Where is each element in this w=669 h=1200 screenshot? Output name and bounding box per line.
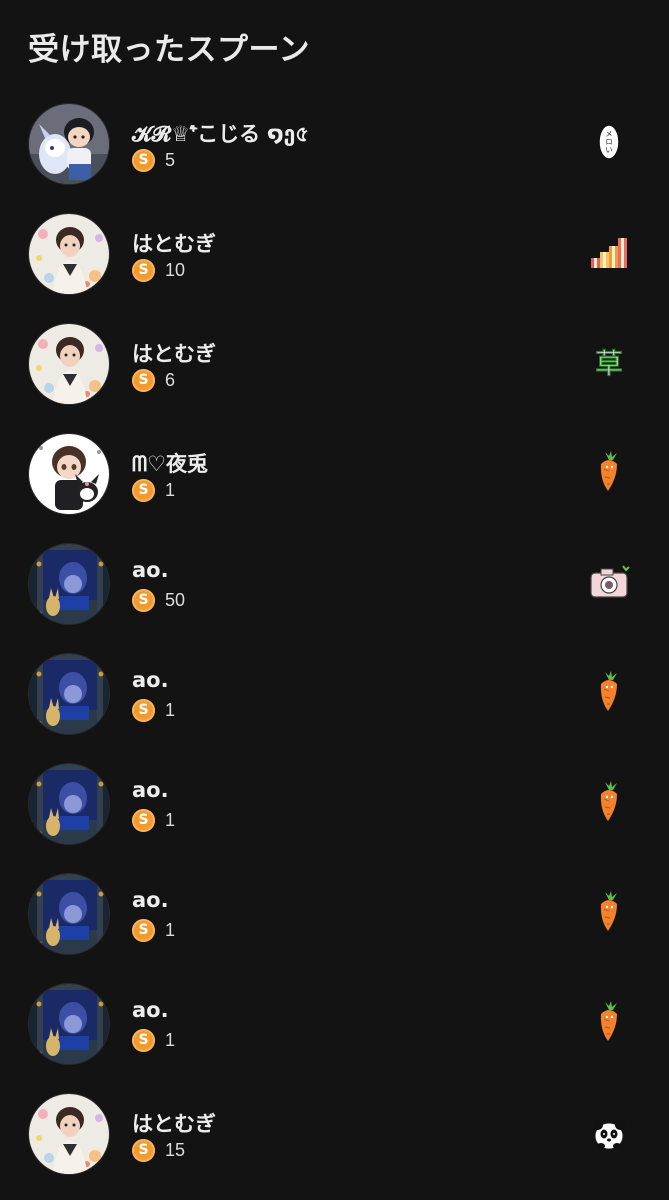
- gift-list[interactable]: 𝓚𝓡♕⁺͛こじる ໑ე৫ S 5 メロいはとむぎ S 10 はとむぎ S 6 草 ᗰ♡夜兎 S 1 ao.…: [0, 90, 669, 1190]
- amount-value: 1: [165, 809, 176, 830]
- gift-row[interactable]: ao. S 1: [0, 860, 669, 970]
- sender-name[interactable]: ao.: [132, 558, 169, 582]
- spoon-amount: S1: [132, 808, 175, 832]
- spoon-coin-icon: S: [132, 148, 155, 172]
- spoon-coin-icon: S: [132, 698, 155, 722]
- avatar[interactable]: [28, 983, 110, 1065]
- page-title: 受け取ったスプーン: [28, 32, 310, 68]
- amount-value: 1: [165, 479, 176, 500]
- avatar[interactable]: [28, 103, 110, 185]
- sender-name[interactable]: ᗰ♡夜兎: [132, 448, 208, 478]
- amount-value: 15: [165, 1139, 186, 1160]
- spoon-amount: S 15: [132, 1138, 185, 1162]
- gift-row[interactable]: ao. S 50: [0, 530, 669, 640]
- gift-row[interactable]: はとむぎ S 15: [0, 1080, 669, 1190]
- spoon-coin-icon: S: [132, 368, 155, 392]
- sender-name[interactable]: はとむぎ: [132, 338, 216, 368]
- spoon-amount: S5: [132, 148, 175, 172]
- carrot-sticker-icon: [587, 1000, 631, 1044]
- melon-sticker-icon: メロい: [587, 120, 631, 164]
- sender-name[interactable]: はとむぎ: [132, 228, 216, 258]
- spoon-coin-icon: S: [132, 588, 155, 612]
- avatar[interactable]: [28, 873, 110, 955]
- gift-row[interactable]: はとむぎ S 10: [0, 200, 669, 310]
- gift-row[interactable]: 𝓚𝓡♕⁺͛こじる ໑ე৫ S 5 メロい: [0, 90, 669, 200]
- amount-value: 1: [165, 1029, 176, 1050]
- amount-value: 50: [165, 589, 186, 610]
- spoon-amount: S1: [132, 698, 175, 722]
- gift-row[interactable]: ao. S 1: [0, 970, 669, 1080]
- carrot-sticker-icon: [587, 670, 631, 714]
- carrot-sticker-icon: [587, 890, 631, 934]
- panda-sticker-icon: [587, 1110, 631, 1154]
- grass-kanji-sticker-icon: 草: [587, 340, 631, 384]
- gift-row[interactable]: はとむぎ S 6 草: [0, 310, 669, 420]
- gift-row[interactable]: ao. S 1: [0, 750, 669, 860]
- svg-text:メ: メ: [606, 130, 613, 138]
- svg-text:ロ: ロ: [606, 138, 613, 146]
- spoon-amount: S6: [132, 368, 175, 392]
- spoon-coin-icon: S: [132, 808, 155, 832]
- gift-row[interactable]: ᗰ♡夜兎 S 1: [0, 420, 669, 530]
- spoon-amount: S1: [132, 478, 175, 502]
- carrot-sticker-icon: [587, 450, 631, 494]
- amount-value: 6: [165, 369, 176, 390]
- spoon-amount: S 10: [132, 258, 185, 282]
- spoon-received-screen: 受け取ったスプーン 𝓚𝓡♕⁺͛こじる ໑ე৫ S 5 メロいはとむぎ S 10 はとむぎ S 6…: [0, 0, 669, 1200]
- gift-boxes-sticker-icon: [587, 230, 631, 274]
- avatar[interactable]: [28, 653, 110, 735]
- spoon-coin-icon: S: [132, 918, 155, 942]
- sender-name[interactable]: はとむぎ: [132, 1108, 216, 1138]
- spoon-coin-icon: S: [132, 1028, 155, 1052]
- spoon-coin-icon: S: [132, 1138, 155, 1162]
- amount-value: 5: [165, 149, 176, 170]
- amount-value: 1: [165, 699, 176, 720]
- spoon-coin-icon: S: [132, 258, 155, 282]
- amount-value: 10: [165, 259, 186, 280]
- spoon-coin-icon: S: [132, 478, 155, 502]
- svg-text:い: い: [606, 146, 613, 154]
- sender-name[interactable]: ao.: [132, 998, 169, 1022]
- sender-name[interactable]: ao.: [132, 668, 169, 692]
- spoon-amount: S1: [132, 918, 175, 942]
- sender-name[interactable]: ao.: [132, 778, 169, 802]
- spoon-amount: S1: [132, 1028, 175, 1052]
- svg-text:草: 草: [595, 347, 623, 380]
- amount-value: 1: [165, 919, 176, 940]
- gift-row[interactable]: ao. S 1: [0, 640, 669, 750]
- avatar[interactable]: [28, 1093, 110, 1175]
- camera-sticker-icon: [587, 560, 631, 604]
- carrot-sticker-icon: [587, 780, 631, 824]
- avatar[interactable]: [28, 543, 110, 625]
- avatar[interactable]: [28, 763, 110, 845]
- avatar[interactable]: [28, 433, 110, 515]
- sender-name[interactable]: ao.: [132, 888, 169, 912]
- avatar[interactable]: [28, 323, 110, 405]
- spoon-amount: S 50: [132, 588, 185, 612]
- avatar[interactable]: [28, 213, 110, 295]
